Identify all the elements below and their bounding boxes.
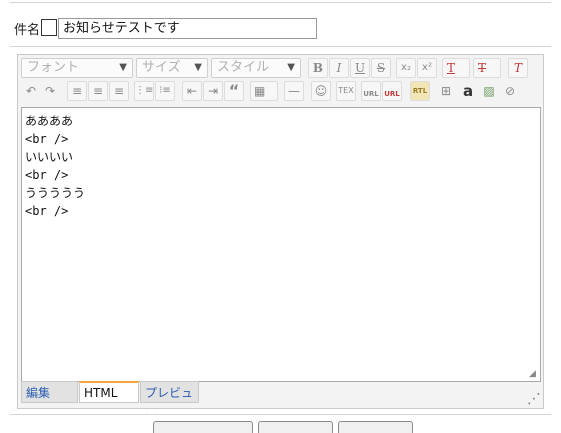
bottom-button-3[interactable] [338,421,413,433]
amazon-icon[interactable]: a [458,81,478,101]
picture-icon[interactable]: ▨ [479,81,499,101]
rtl-button[interactable]: RTL [410,81,430,101]
table-button[interactable]: ▦ [250,81,278,101]
top-divider [10,2,551,3]
italic-button[interactable]: I [329,58,349,78]
smiley-button[interactable]: ☺ [311,81,331,101]
indent-button[interactable]: ⇥ [203,81,223,101]
tex-button[interactable]: TEX [336,81,356,101]
unlink-button[interactable]: URL [382,81,402,101]
chevron-down-icon: ▼ [287,62,295,73]
undo-button[interactable]: ↶ [21,81,41,101]
resize-grip-icon[interactable]: ◢ [529,370,538,379]
subscript-button[interactable]: x₂ [396,58,416,78]
font-size-label: サイズ [142,60,181,75]
style-select[interactable]: スタイル ▼ [211,58,301,78]
subject-divider [10,46,551,47]
bottom-button-1[interactable] [153,421,253,433]
outdent-button[interactable]: ⇤ [182,81,202,101]
align-left-button[interactable]: ≡ [67,81,87,101]
background-color-button[interactable]: T [473,58,501,78]
align-right-button[interactable]: ≡ [109,81,129,101]
underline-button[interactable]: U [350,58,370,78]
image-button[interactable]: ⊞ [436,81,456,101]
remove-format-button[interactable]: T [508,58,528,78]
blockquote-button[interactable]: “ [224,81,244,101]
style-label: スタイル [217,60,270,75]
align-center-button[interactable]: ≡ [88,81,108,101]
bulleted-list-button[interactable]: ⁝≡ [155,81,175,101]
subject-checkbox[interactable] [41,19,57,36]
bottom-button-2[interactable] [258,421,333,433]
horizontal-rule-button[interactable]: — [284,81,304,101]
rich-text-editor: フォント ▼ サイズ ▼ スタイル ▼ B I U S x₂ x² T T T … [17,54,544,422]
font-size-select[interactable]: サイズ ▼ [136,58,208,78]
font-family-select[interactable]: フォント ▼ [21,58,133,78]
bottom-divider [10,414,551,415]
font-family-label: フォント [27,60,80,75]
chevron-down-icon: ▼ [119,62,127,73]
redo-button[interactable]: ↷ [40,81,60,101]
tab-preview[interactable]: プレビュー [140,381,199,422]
chevron-down-icon: ▼ [194,62,202,73]
strikethrough-button[interactable]: S [371,58,391,78]
bold-button[interactable]: B [308,58,328,78]
subject-label: 件名 [14,23,41,38]
tab-html[interactable]: HTML [79,381,139,403]
superscript-button[interactable]: x² [417,58,437,78]
subject-input[interactable]: お知らせテストです [58,18,317,39]
editor-corner-grip-icon[interactable]: ⋰ [527,392,541,406]
numbered-list-button[interactable]: ⋮≡ [134,81,154,101]
editor-content-area[interactable]: ああああ <br /> いいいい <br /> ううううう <br /> [21,107,541,382]
attach-icon[interactable]: ⊘ [500,81,520,101]
insert-link-button[interactable]: URL [361,81,381,101]
text-color-button[interactable]: T [442,58,470,78]
tab-edit[interactable]: 編集 [21,381,78,403]
editor-toolbar: フォント ▼ サイズ ▼ スタイル ▼ B I U S x₂ x² T T T … [18,55,543,105]
